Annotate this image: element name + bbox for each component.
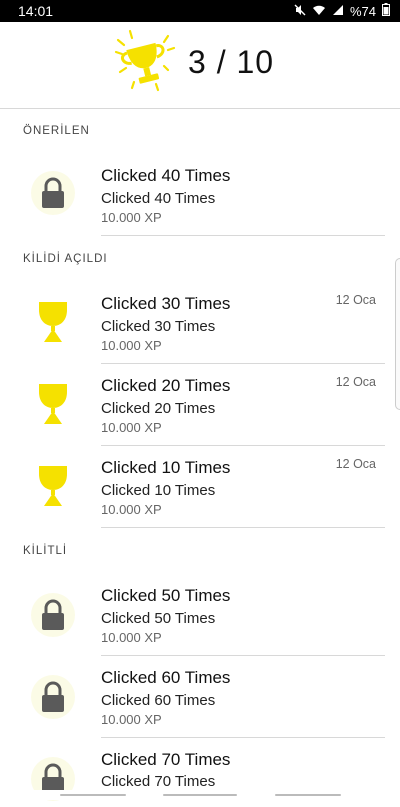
achievement-date: 12 Oca	[335, 457, 376, 471]
achievement-subtitle: Clicked 50 Times	[101, 610, 216, 627]
achievement-item[interactable]: Clicked 10 Times 12 Oca Clicked 10 Times…	[0, 446, 400, 528]
status-bar: 14:01 %74	[0, 0, 400, 22]
section-locked-heading: KİLİTLİ	[23, 545, 68, 557]
achievement-xp: 10.000 XP	[101, 630, 162, 645]
wifi-icon	[312, 4, 326, 19]
achievement-subtitle: Clicked 30 Times	[101, 318, 216, 335]
battery-percent: %74	[349, 3, 376, 19]
section-recommended-heading: ÖNERİLEN	[23, 125, 90, 137]
divider	[101, 235, 385, 236]
achievement-item[interactable]: Clicked 60 Times Clicked 60 Times 10.000…	[0, 656, 400, 738]
lock-icon	[30, 674, 76, 720]
achievement-subtitle: Clicked 60 Times	[101, 692, 216, 709]
achievement-xp: 10.000 XP	[101, 712, 162, 727]
achievement-item[interactable]: Clicked 50 Times Clicked 50 Times 10.000…	[0, 572, 400, 656]
achievement-title: Clicked 10 Times	[101, 458, 231, 477]
achievement-title: Clicked 30 Times	[101, 294, 231, 313]
achievement-score: 3 / 10	[188, 44, 275, 80]
achievement-item[interactable]: Clicked 20 Times 12 Oca Clicked 20 Times…	[0, 364, 400, 446]
achievement-item[interactable]: Clicked 40 Times Clicked 40 Times 10.000…	[0, 150, 400, 236]
achievement-subtitle: Clicked 20 Times	[101, 400, 216, 417]
achievement-title: Clicked 50 Times	[101, 586, 231, 605]
trophy-icon	[30, 380, 76, 426]
achievement-title: Clicked 40 Times	[101, 166, 231, 185]
mute-icon	[294, 4, 306, 19]
achievements-header: 3 / 10	[0, 22, 400, 109]
achievement-subtitle: Clicked 40 Times	[101, 190, 216, 207]
navigation-bar	[0, 790, 400, 800]
trophy-icon	[108, 26, 182, 100]
achievement-subtitle: Clicked 70 Times	[101, 773, 216, 790]
nav-recents-button[interactable]	[60, 794, 126, 796]
achievement-title: Clicked 70 Times	[101, 750, 231, 769]
achievement-xp: 10.000 XP	[101, 420, 162, 435]
trophy-icon	[30, 462, 76, 508]
status-time: 14:01	[18, 3, 54, 19]
trophy-icon	[30, 298, 76, 344]
lock-icon	[30, 592, 76, 638]
achievement-xp: 10.000 XP	[101, 338, 162, 353]
achievement-xp: 10.000 XP	[101, 502, 162, 517]
achievement-item[interactable]: Clicked 30 Times 12 Oca Clicked 30 Times…	[0, 280, 400, 364]
edge-panel-handle[interactable]	[395, 258, 400, 410]
achievement-title: Clicked 20 Times	[101, 376, 231, 395]
signal-icon	[332, 4, 344, 19]
achievement-subtitle: Clicked 10 Times	[101, 482, 216, 499]
divider	[101, 527, 385, 528]
lock-icon	[30, 170, 76, 216]
achievement-date: 12 Oca	[335, 375, 376, 389]
section-unlocked-heading: KİLİDİ AÇILDI	[23, 253, 108, 265]
nav-back-button[interactable]	[275, 794, 341, 796]
nav-home-button[interactable]	[163, 794, 237, 796]
battery-icon	[382, 3, 390, 19]
achievement-date: 12 Oca	[335, 293, 376, 307]
achievement-xp: 10.000 XP	[101, 210, 162, 225]
achievement-title: Clicked 60 Times	[101, 668, 231, 687]
